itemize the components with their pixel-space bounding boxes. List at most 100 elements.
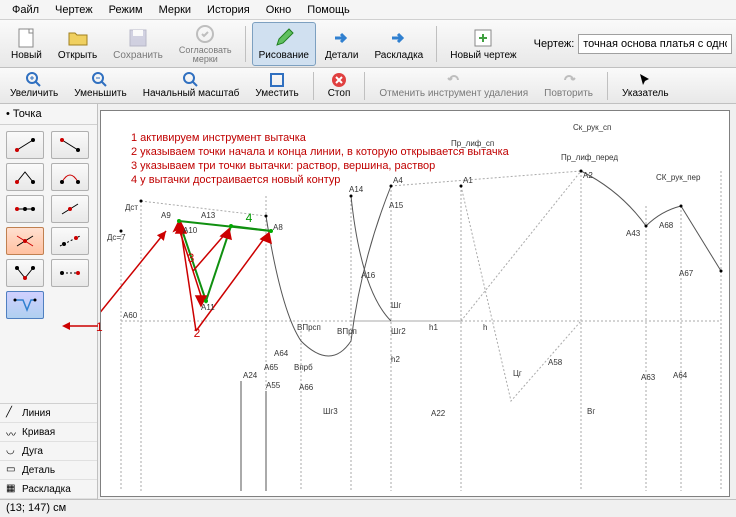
tool-point-10[interactable] [51, 259, 89, 287]
pt-a68: А68 [659, 221, 673, 230]
work-area: Точка ╱Линия 〰Кривая ◡Дуга ▭Деталь ▦Раск… [0, 104, 736, 499]
pt-a15: А15 [389, 201, 403, 210]
pt-a11: А11 [201, 303, 215, 312]
pt-dst: Дст [125, 203, 138, 212]
arc-icon: ◡ [6, 445, 18, 457]
pt-pr-lif-sp: Пр_лиф_сп [451, 139, 494, 148]
tab-curve[interactable]: 〰Кривая [0, 423, 97, 442]
new-drawing-button[interactable]: Новый чертеж [443, 22, 523, 66]
menu-measurements[interactable]: Мерки [151, 2, 199, 18]
menu-mode[interactable]: Режим [101, 2, 151, 18]
pt-a8: А8 [273, 223, 283, 232]
drawing-name-input[interactable] [578, 34, 732, 54]
pt-bg: Вг [587, 407, 595, 416]
zoom-out-icon [92, 72, 108, 88]
pt-h: h [483, 323, 487, 332]
pt-a22: А22 [431, 409, 445, 418]
status-bar: (13; 147) см [0, 499, 736, 516]
pt-dst7: Дс=7 [107, 233, 126, 242]
zoom-in-button[interactable]: Увеличить [4, 70, 64, 102]
annotation-4: 4 у вытачки достраивается новый контур [131, 173, 340, 187]
annot-num-2: 2 [189, 326, 205, 340]
menu-drawing[interactable]: Чертеж [47, 2, 101, 18]
stop-icon [331, 72, 347, 88]
tool-point-9[interactable] [6, 259, 44, 287]
tool-dart[interactable] [6, 291, 44, 319]
new-button[interactable]: Новый [4, 22, 49, 66]
pt-a10: А10 [183, 226, 197, 235]
canvas[interactable]: 1 активируем инструмент вытачка 2 указыв… [100, 110, 730, 497]
layout-mode-button[interactable]: Раскладка [367, 22, 430, 66]
separator [313, 72, 314, 100]
pt-a63: А63 [641, 373, 655, 382]
tab-layout[interactable]: ▦Раскладка [0, 480, 97, 499]
draw-mode-button[interactable]: Рисование [252, 22, 316, 66]
separator [607, 72, 608, 100]
undo-icon [446, 72, 462, 88]
tab-line[interactable]: ╱Линия [0, 404, 97, 423]
menu-history[interactable]: История [199, 2, 258, 18]
pointer-button[interactable]: Указатель [616, 70, 675, 102]
curve-icon: 〰 [6, 426, 18, 438]
drawing-label: Чертеж: [534, 38, 575, 50]
arrow-right-icon [331, 27, 353, 49]
zoom-fit-button[interactable]: Начальный масштаб [137, 70, 246, 102]
match-icon [194, 23, 216, 45]
tool-point-6[interactable] [51, 195, 89, 223]
new-drawing-icon [472, 27, 494, 49]
pt-vprsp: ВПрсп [297, 323, 321, 332]
tool-point-8[interactable] [51, 227, 89, 255]
redo-button[interactable]: Повторить [538, 70, 599, 102]
detail-icon: ▭ [6, 464, 18, 476]
pt-a64b: А64 [673, 371, 687, 380]
pt-a66: А66 [299, 383, 313, 392]
annot-num-4: 4 [241, 211, 257, 225]
sidebar-header[interactable]: Точка [0, 104, 97, 125]
stop-button[interactable]: Стоп [322, 70, 357, 102]
pt-a14: А14 [349, 185, 363, 194]
zoom-out-button[interactable]: Уменьшить [68, 70, 132, 102]
detail-mode-button[interactable]: Детали [318, 22, 365, 66]
undo-button[interactable]: Отменить инструмент удаления [373, 70, 534, 102]
main-toolbar: Новый Открыть Сохранить Согласоватьмерки… [0, 20, 736, 68]
pt-h1: h1 [429, 323, 438, 332]
redo-icon [561, 72, 577, 88]
tool-point-1[interactable] [6, 131, 44, 159]
pt-vprb: Впрб [294, 363, 313, 372]
menu-help[interactable]: Помощь [299, 2, 358, 18]
annotation-1: 1 активируем инструмент вытачка [131, 131, 306, 145]
open-icon [67, 27, 89, 49]
annot-num-3: 3 [183, 251, 199, 265]
pt-sk-ruk-sp: Ск_рук_сп [573, 123, 611, 132]
menu-window[interactable]: Окно [258, 2, 300, 18]
tool-point-2[interactable] [51, 131, 89, 159]
new-icon [15, 27, 37, 49]
pt-a65: А65 [264, 363, 278, 372]
fit-window-button[interactable]: Уместить [249, 70, 304, 102]
tool-point-7[interactable] [6, 227, 44, 255]
pt-a24: А24 [243, 371, 257, 380]
save-button[interactable]: Сохранить [106, 22, 170, 66]
sidebar-tabs: ╱Линия 〰Кривая ◡Дуга ▭Деталь ▦Раскладка [0, 403, 97, 499]
tab-detail[interactable]: ▭Деталь [0, 461, 97, 480]
tool-point-5[interactable] [6, 195, 44, 223]
open-button[interactable]: Открыть [51, 22, 104, 66]
sidebar-annot-1: 1 [96, 320, 103, 334]
layout-icon: ▦ [6, 483, 18, 495]
tab-arc[interactable]: ◡Дуга [0, 442, 97, 461]
pt-a2: А2 [583, 171, 593, 180]
separator [364, 72, 365, 100]
pt-h2: h2 [391, 355, 400, 364]
fit-icon [269, 72, 285, 88]
arrow-right-icon [388, 27, 410, 49]
tool-point-3[interactable] [6, 163, 44, 191]
pt-a13: А13 [201, 211, 215, 220]
match-button[interactable]: Согласоватьмерки [172, 22, 239, 66]
zoom-in-icon [26, 72, 42, 88]
save-icon [127, 27, 149, 49]
pt-shg2: Шг2 [391, 327, 406, 336]
pt-a67: А67 [679, 269, 693, 278]
menu-file[interactable]: Файл [4, 2, 47, 18]
pt-sk-ruk-per: СК_рук_пер [656, 173, 700, 182]
tool-point-4[interactable] [51, 163, 89, 191]
